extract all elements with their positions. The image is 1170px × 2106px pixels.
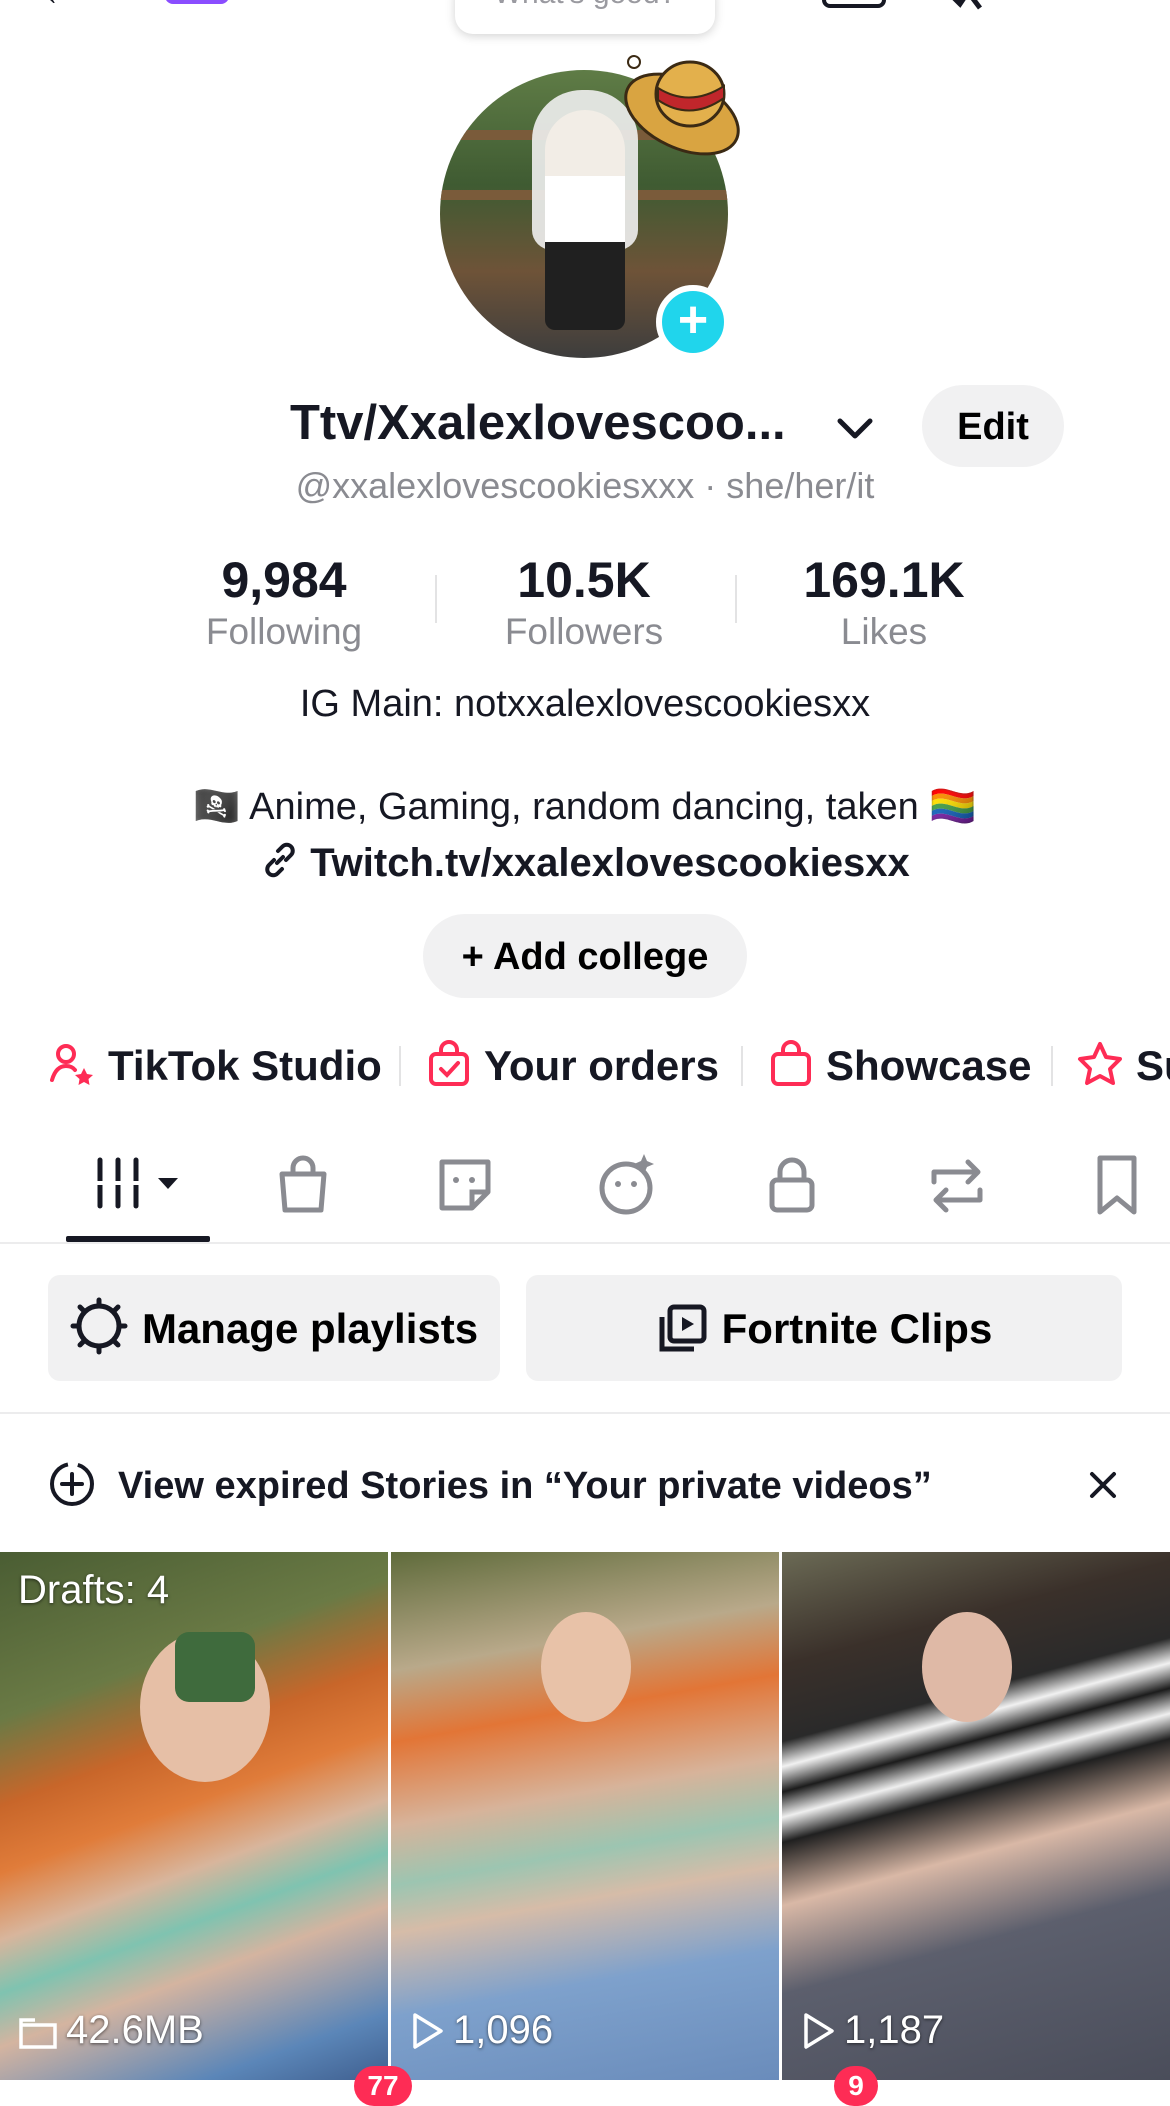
back-icon[interactable]: ← bbox=[40, 0, 80, 15]
person-star-icon bbox=[50, 1044, 93, 1085]
shortcut-your-orders[interactable]: Your orders bbox=[426, 1038, 719, 1094]
tab-videos[interactable] bbox=[92, 1150, 178, 1220]
tab-shop[interactable] bbox=[268, 1150, 348, 1220]
video-tile[interactable]: 1,187 bbox=[782, 1552, 1170, 2080]
tabs-divider bbox=[0, 1242, 1170, 1244]
notice-text: View expired Stories in “Your private vi… bbox=[118, 1465, 932, 1507]
add-college-button[interactable]: + Add college bbox=[423, 914, 747, 998]
play-icon bbox=[413, 2013, 443, 2049]
stat-label: Likes bbox=[840, 611, 928, 652]
video-tile[interactable]: 1,096 bbox=[391, 1552, 779, 2080]
view-count-text: 1,187 bbox=[844, 2008, 945, 2052]
shop-bag-icon bbox=[279, 1155, 327, 1213]
video-tile-drafts[interactable]: Drafts: 4 42.6MB bbox=[0, 1552, 388, 2080]
videos-grid-icon bbox=[92, 1157, 178, 1209]
calendar-icon[interactable] bbox=[822, 0, 886, 8]
playlist-fortnite-clips[interactable]: Fortnite Clips bbox=[526, 1275, 1122, 1381]
play-icon bbox=[804, 2013, 834, 2049]
bag-icon bbox=[771, 1040, 811, 1086]
playlist-label: Fortnite Clips bbox=[721, 1305, 993, 1352]
bio-link-text: Twitch.tv/xxalexlovescookiesxx bbox=[310, 841, 910, 885]
tab-private[interactable] bbox=[758, 1150, 838, 1220]
profile-badge: 9 bbox=[834, 2066, 878, 2106]
shortcut-partial[interactable]: Su bbox=[1076, 1038, 1170, 1094]
sticker-icon bbox=[439, 1159, 491, 1211]
username-pronouns: @xxalexlovescookiesxxx · she/her/it bbox=[295, 465, 875, 506]
stat-label: Followers bbox=[504, 611, 664, 652]
stat-value: 9,984 bbox=[221, 552, 347, 608]
stat-likes[interactable]: 169.1K Likes bbox=[759, 550, 1009, 654]
straw-hat-sticker bbox=[620, 42, 750, 162]
shortcut-showcase[interactable]: Showcase bbox=[768, 1038, 1031, 1094]
story-plus-icon bbox=[50, 1462, 94, 1506]
shortcut-label: Showcase bbox=[826, 1042, 1032, 1089]
chevron-down-icon[interactable] bbox=[832, 405, 878, 451]
close-icon[interactable] bbox=[1080, 1462, 1126, 1508]
view-count: 1,187 bbox=[800, 2008, 944, 2053]
link-icon bbox=[265, 842, 295, 878]
lock-icon bbox=[769, 1157, 815, 1213]
tab-reposts[interactable] bbox=[922, 1150, 1002, 1220]
playlist-icon bbox=[659, 1304, 707, 1352]
shortcut-divider bbox=[399, 1046, 401, 1086]
bag-check-icon bbox=[429, 1040, 469, 1086]
shortcut-divider bbox=[1051, 1046, 1053, 1086]
creator-badge bbox=[165, 0, 229, 4]
star-icon bbox=[1078, 1042, 1122, 1085]
folder-icon bbox=[19, 2018, 57, 2049]
stat-divider bbox=[735, 575, 737, 623]
shortcut-label: Your orders bbox=[484, 1042, 719, 1089]
stat-label: Following bbox=[205, 611, 363, 652]
expired-stories-notice[interactable]: View expired Stories in “Your private vi… bbox=[48, 1460, 932, 1511]
tab-saved[interactable] bbox=[1088, 1150, 1168, 1220]
gear-icon bbox=[70, 1297, 128, 1355]
draft-size: 42.6MB bbox=[18, 2008, 204, 2053]
stat-followers[interactable]: 10.5K Followers bbox=[459, 550, 709, 654]
stat-divider bbox=[435, 575, 437, 623]
bio-line: 🏴‍☠️ Anime, Gaming, random dancing, take… bbox=[193, 786, 977, 828]
stat-following[interactable]: 9,984 Following bbox=[159, 550, 409, 654]
drafts-count: Drafts: 4 bbox=[18, 1568, 170, 1612]
edit-profile-button[interactable]: Edit bbox=[922, 385, 1064, 467]
shortcut-label: TikTok Studio bbox=[108, 1042, 382, 1089]
inbox-badge: 77 bbox=[354, 2066, 412, 2106]
status-bubble[interactable]: What's good? bbox=[455, 0, 715, 34]
status-bubble-text: What's good? bbox=[494, 0, 677, 10]
bookmark-icon bbox=[1097, 1155, 1137, 1215]
shortcut-label: Su bbox=[1136, 1042, 1170, 1089]
bio-link[interactable]: Twitch.tv/xxalexlovescookiesxx bbox=[80, 840, 1090, 886]
manage-playlists-label: Manage playlists bbox=[141, 1305, 479, 1352]
tab-stickers[interactable] bbox=[430, 1150, 510, 1220]
draft-size-text: 42.6MB bbox=[66, 2008, 204, 2052]
view-count: 1,096 bbox=[409, 2008, 553, 2053]
repost-icon bbox=[931, 1159, 983, 1213]
footprint-icon[interactable] bbox=[940, 0, 986, 10]
display-name: Ttv/Xxalexlovescoo... bbox=[290, 396, 786, 450]
stat-value: 169.1K bbox=[803, 552, 965, 608]
shortcut-divider bbox=[741, 1046, 743, 1086]
manage-playlists-button[interactable]: Manage playlists bbox=[48, 1275, 500, 1381]
view-count-text: 1,096 bbox=[453, 2008, 554, 2052]
add-story-button[interactable]: + bbox=[656, 285, 730, 359]
section-divider bbox=[0, 1412, 1170, 1414]
tab-ai-self[interactable] bbox=[594, 1150, 674, 1220]
shortcut-tiktok-studio[interactable]: TikTok Studio bbox=[48, 1038, 382, 1094]
ai-face-icon bbox=[599, 1154, 654, 1215]
stat-value: 10.5K bbox=[517, 552, 651, 608]
bio-line: IG Main: notxxalexlovescookiesxx bbox=[299, 683, 871, 725]
